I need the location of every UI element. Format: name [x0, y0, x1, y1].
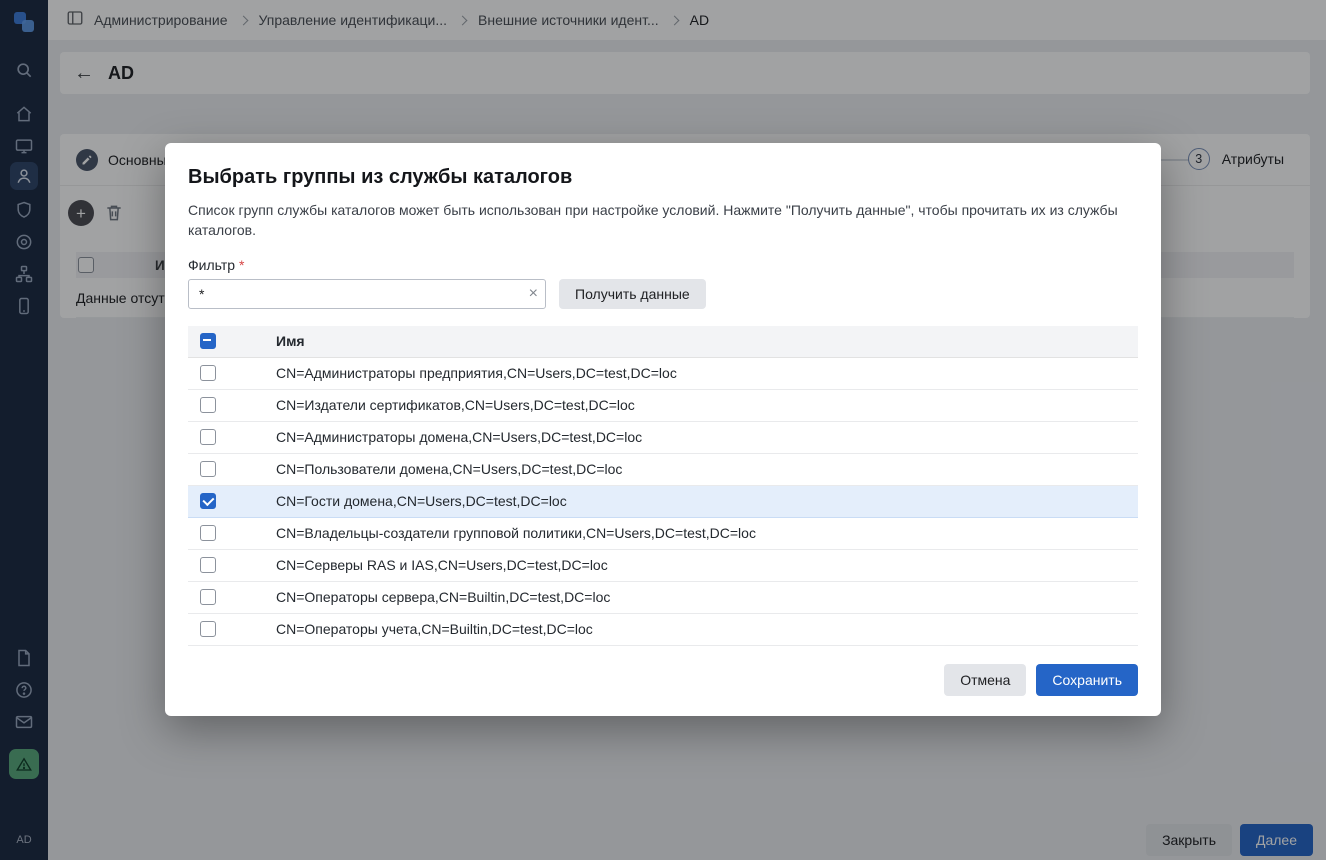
column-header-name: Имя: [276, 333, 305, 349]
select-all-checkbox[interactable]: [200, 333, 216, 349]
checkbox-cell: [188, 621, 276, 637]
group-name: CN=Администраторы предприятия,CN=Users,D…: [276, 365, 677, 381]
group-name: CN=Операторы учета,CN=Builtin,DC=test,DC…: [276, 621, 593, 637]
filter-row: × Получить данные: [188, 279, 1138, 309]
fetch-data-button[interactable]: Получить данные: [559, 279, 706, 309]
checkbox-cell: [188, 525, 276, 541]
checkbox-cell: [188, 429, 276, 445]
group-row[interactable]: CN=Операторы учета,CN=Builtin,DC=test,DC…: [188, 614, 1138, 646]
row-checkbox[interactable]: [200, 525, 216, 541]
row-checkbox[interactable]: [200, 589, 216, 605]
group-name: CN=Гости домена,CN=Users,DC=test,DC=loc: [276, 493, 567, 509]
filter-input[interactable]: [188, 279, 546, 309]
required-asterisk: *: [239, 257, 244, 273]
group-name: CN=Пользователи домена,CN=Users,DC=test,…: [276, 461, 622, 477]
row-checkbox[interactable]: [200, 365, 216, 381]
app-root: AD Администрирование Управление идентифи…: [0, 0, 1326, 860]
checkbox-cell: [188, 397, 276, 413]
modal-footer: Отмена Сохранить: [944, 664, 1138, 696]
select-groups-modal: Выбрать группы из службы каталогов Списо…: [165, 143, 1161, 716]
row-checkbox[interactable]: [200, 397, 216, 413]
group-name: CN=Операторы сервера,CN=Builtin,DC=test,…: [276, 589, 610, 605]
row-checkbox[interactable]: [200, 621, 216, 637]
group-row[interactable]: CN=Серверы RAS и IAS,CN=Users,DC=test,DC…: [188, 550, 1138, 582]
group-name: CN=Администраторы домена,CN=Users,DC=tes…: [276, 429, 642, 445]
row-checkbox[interactable]: [200, 461, 216, 477]
clear-input-icon[interactable]: ×: [529, 286, 538, 302]
group-row[interactable]: CN=Владельцы-создатели групповой политик…: [188, 518, 1138, 550]
group-row[interactable]: CN=Гости домена,CN=Users,DC=test,DC=loc: [188, 486, 1138, 518]
group-row[interactable]: CN=Издатели сертификатов,CN=Users,DC=tes…: [188, 390, 1138, 422]
filter-input-wrap: ×: [188, 279, 546, 309]
row-checkbox[interactable]: [200, 493, 216, 509]
row-checkbox[interactable]: [200, 429, 216, 445]
filter-label-text: Фильтр: [188, 257, 235, 273]
checkbox-cell: [188, 557, 276, 573]
modal-title: Выбрать группы из службы каталогов: [188, 164, 1138, 190]
row-checkbox[interactable]: [200, 557, 216, 573]
modal-description: Список групп службы каталогов может быть…: [188, 200, 1126, 241]
groups-table: Имя CN=Администраторы предприятия,CN=Use…: [188, 326, 1138, 646]
filter-label: Фильтр*: [188, 257, 1138, 273]
checkbox-cell: [188, 493, 276, 509]
groups-table-header: Имя: [188, 326, 1138, 358]
group-name: CN=Издатели сертификатов,CN=Users,DC=tes…: [276, 397, 635, 413]
group-row[interactable]: CN=Администраторы домена,CN=Users,DC=tes…: [188, 422, 1138, 454]
cancel-button[interactable]: Отмена: [944, 664, 1026, 696]
group-row[interactable]: CN=Администраторы предприятия,CN=Users,D…: [188, 358, 1138, 390]
save-button[interactable]: Сохранить: [1036, 664, 1138, 696]
checkbox-cell: [188, 461, 276, 477]
checkbox-cell: [188, 365, 276, 381]
group-name: CN=Серверы RAS и IAS,CN=Users,DC=test,DC…: [276, 557, 608, 573]
checkbox-cell: [188, 589, 276, 605]
header-checkbox-cell: [188, 333, 276, 349]
group-row[interactable]: CN=Операторы сервера,CN=Builtin,DC=test,…: [188, 582, 1138, 614]
group-row[interactable]: CN=Пользователи домена,CN=Users,DC=test,…: [188, 454, 1138, 486]
group-name: CN=Владельцы-создатели групповой политик…: [276, 525, 756, 541]
